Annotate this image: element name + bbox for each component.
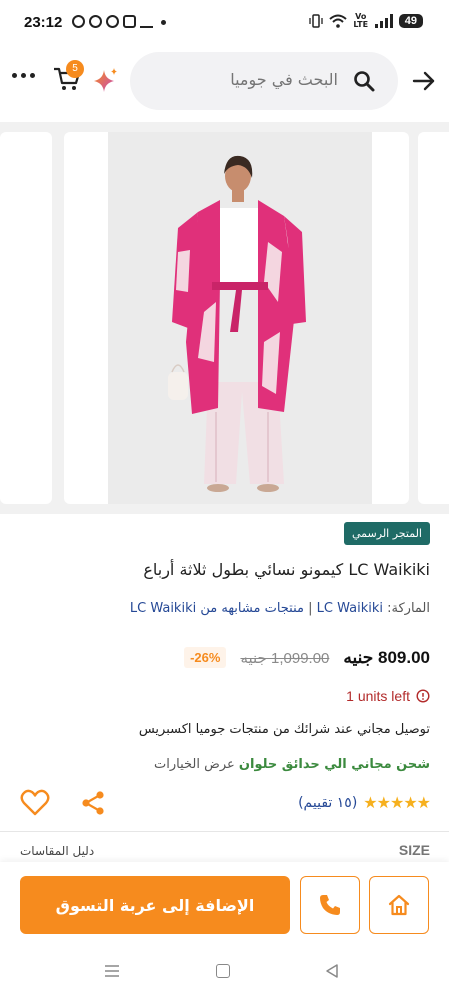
kimono-model-illustration: [108, 132, 372, 504]
instagram-icon: [123, 15, 136, 28]
wifi-icon: [329, 14, 347, 28]
stock-text: 1 units left: [346, 688, 410, 704]
status-time: 23:12: [24, 14, 63, 31]
rating-count[interactable]: (١٥ تقييم): [298, 795, 357, 811]
add-to-cart-button[interactable]: الإضافة إلى عربة التسوق: [20, 876, 290, 934]
back-arrow-icon[interactable]: [411, 68, 437, 94]
product-gallery[interactable]: [0, 122, 449, 514]
brand-line: الماركة: LC Waikiki | منتجات مشابهه من L…: [130, 601, 430, 616]
official-store-badge: المتجر الرسمي: [344, 522, 430, 545]
sparkle-icon[interactable]: [90, 66, 120, 96]
heart-icon[interactable]: [20, 789, 50, 817]
more-icon[interactable]: [12, 70, 38, 80]
upload-icon: [140, 15, 153, 28]
system-home-icon[interactable]: [216, 964, 230, 978]
recent-apps-icon[interactable]: [104, 964, 120, 978]
stock-row: 1 units left: [346, 688, 430, 704]
gallery-prev-card[interactable]: [0, 132, 52, 504]
more-notifications-dot: [161, 20, 166, 25]
similar-products-link[interactable]: منتجات مشابهه من LC Waikiki: [130, 601, 304, 616]
system-back-icon[interactable]: [324, 963, 340, 979]
call-button[interactable]: [300, 876, 360, 934]
product-title: LC Waikiki كيمونو نسائي بطول ثلاثة أرباع: [143, 560, 430, 579]
notification-icons: [72, 15, 166, 28]
home-button[interactable]: [369, 876, 429, 934]
free-shipping-text: شحن مجاني الي حدائق حلوان: [238, 757, 430, 772]
whatsapp-icon: [72, 15, 85, 28]
divider: [0, 831, 449, 832]
gallery-main-card[interactable]: [64, 132, 409, 504]
action-bar: الإضافة إلى عربة التسوق: [0, 862, 449, 948]
search-input[interactable]: البحث في جوميا: [130, 52, 398, 110]
size-label: SIZE: [398, 842, 430, 858]
facebook-icon: [89, 15, 102, 28]
search-placeholder: البحث في جوميا: [230, 70, 338, 89]
current-price: 809.00 جنيه: [343, 647, 430, 667]
vibrate-icon: [309, 14, 323, 28]
signal-icon: [374, 14, 393, 28]
battery-indicator: 49: [398, 14, 423, 28]
rating-row[interactable]: ★★★★★ (١٥ تقييم): [298, 793, 431, 812]
alert-icon: [416, 689, 430, 703]
top-bar: 5 البحث في جوميا: [0, 46, 449, 118]
size-guide-link[interactable]: دليل المقاسات: [20, 844, 94, 858]
brand-separator: |: [303, 601, 313, 616]
price-row: 809.00 جنيه 1,099.00 جنيه -26%: [184, 647, 430, 668]
phone-icon: [320, 895, 340, 915]
system-status: Vo LTE 49: [309, 13, 423, 29]
brand-prefix: الماركة:: [387, 601, 430, 616]
status-bar: 23:12 Vo LTE 49: [0, 0, 449, 46]
brand-link[interactable]: LC Waikiki: [317, 601, 383, 616]
shipping-line: شحن مجاني الي حدائق حلوان عرض الخيارات: [154, 757, 430, 772]
rating-stars: ★★★★★: [363, 793, 431, 812]
discount-badge: -26%: [184, 647, 227, 668]
search-icon: [354, 71, 375, 92]
messenger-icon: [106, 15, 119, 28]
old-price: 1,099.00 جنيه: [240, 649, 330, 667]
cart-count-badge: 5: [66, 60, 84, 78]
product-image[interactable]: [108, 132, 372, 504]
volte-indicator: Vo LTE: [353, 12, 369, 29]
system-nav-bar: [0, 948, 449, 1000]
share-icon[interactable]: [80, 790, 106, 816]
size-section: SIZE دليل المقاسات: [0, 838, 449, 862]
shipping-options-link[interactable]: عرض الخيارات: [154, 757, 235, 772]
home-icon: [388, 894, 410, 916]
gallery-next-card[interactable]: [418, 132, 449, 504]
express-delivery-text: توصيل مجاني عند شرائك من منتجات جوميا اك…: [138, 722, 430, 737]
